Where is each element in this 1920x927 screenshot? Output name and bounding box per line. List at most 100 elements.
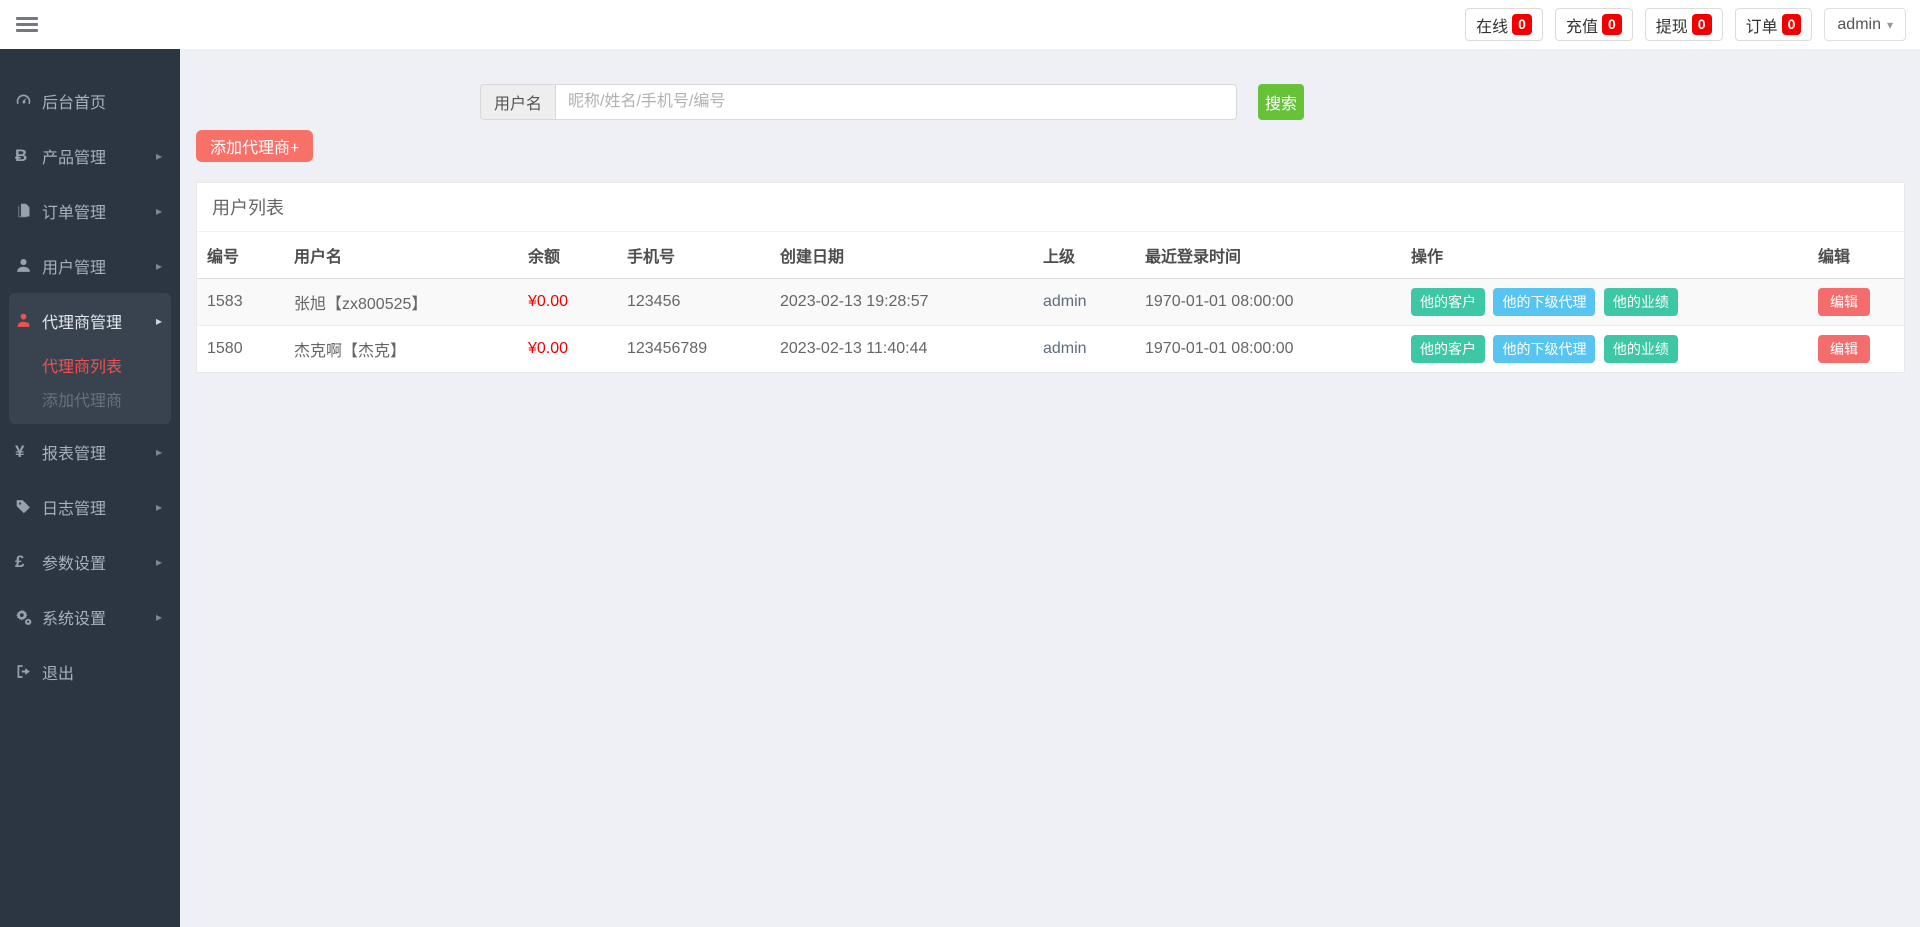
user-table: 编号 用户名 余额 手机号 创建日期 上级 最近登录时间 操作 编辑 1583 … <box>197 232 1904 372</box>
cell-parent: admin <box>1033 326 1135 373</box>
top-header: 在线 0 充值 0 提现 0 订单 0 admin ▾ <box>0 0 1920 49</box>
cell-phone: 123456 <box>617 279 770 326</box>
column-header-edit: 编辑 <box>1808 232 1904 279</box>
chevron-right-icon: ▸ <box>156 445 162 459</box>
stat-label: 提现 <box>1656 13 1688 37</box>
pound-icon: £ <box>15 552 42 572</box>
cell-edit: 编辑 <box>1808 279 1904 326</box>
his-performance-button[interactable]: 他的业绩 <box>1604 288 1678 316</box>
cell-created: 2023-02-13 11:40:44 <box>770 326 1033 373</box>
cell-actions: 他的客户 他的下级代理 他的业绩 <box>1401 279 1808 326</box>
search-bar: 用户名 搜索 <box>480 84 1905 120</box>
sidebar-item-label: 后台首页 <box>42 89 162 113</box>
sidebar-item-agents[interactable]: 代理商管理 ▸ <box>9 293 171 348</box>
sidebar-item-label: 订单管理 <box>42 199 156 223</box>
chevron-right-icon: ▸ <box>156 204 162 218</box>
edit-button[interactable]: 编辑 <box>1818 288 1870 316</box>
sidebar-item-dashboard[interactable]: 后台首页 <box>0 73 180 128</box>
cell-edit: 编辑 <box>1808 326 1904 373</box>
panel-title: 用户列表 <box>197 183 1904 232</box>
agent-icon <box>15 312 42 329</box>
sidebar-item-logs[interactable]: 日志管理 ▸ <box>0 479 180 534</box>
sidebar-item-orders[interactable]: 订单管理 ▸ <box>0 183 180 238</box>
dashboard-icon <box>15 92 42 109</box>
sidebar-item-reports[interactable]: ¥ 报表管理 ▸ <box>0 424 180 479</box>
column-header-parent: 上级 <box>1033 232 1135 279</box>
orders-icon <box>15 202 42 219</box>
cell-phone: 123456789 <box>617 326 770 373</box>
stat-label: 订单 <box>1746 13 1778 37</box>
his-sub-agents-button[interactable]: 他的下级代理 <box>1493 335 1595 363</box>
search-button[interactable]: 搜索 <box>1258 84 1304 120</box>
cell-username: 张旭【zx800525】 <box>284 279 518 326</box>
cell-parent: admin <box>1033 279 1135 326</box>
his-customers-button[interactable]: 他的客户 <box>1411 335 1485 363</box>
stat-label: 充值 <box>1566 13 1598 37</box>
cell-username: 杰克啊【杰克】 <box>284 326 518 373</box>
column-header-id: 编号 <box>197 232 284 279</box>
orders-stat-button[interactable]: 订单 0 <box>1735 8 1813 41</box>
sidebar-item-parameters[interactable]: £ 参数设置 ▸ <box>0 534 180 589</box>
hamburger-icon[interactable] <box>16 14 38 35</box>
cell-id: 1580 <box>197 326 284 373</box>
sidebar-subitem-agent-list[interactable]: 代理商列表 <box>9 348 171 382</box>
cell-actions: 他的客户 他的下级代理 他的业绩 <box>1401 326 1808 373</box>
edit-button[interactable]: 编辑 <box>1818 335 1870 363</box>
sidebar-item-label: 产品管理 <box>42 144 156 168</box>
chevron-right-icon: ▸ <box>156 259 162 273</box>
gears-icon <box>15 608 42 625</box>
sidebar-nav: 后台首页 Ƀ 产品管理 ▸ 订单管理 ▸ 用户管理 ▸ <box>0 49 180 699</box>
sidebar-item-logout[interactable]: 退出 <box>0 644 180 699</box>
logout-icon <box>15 663 42 680</box>
main-content: 用户名 搜索 添加代理商+ 用户列表 编号 用户名 余额 手机号 创建日期 上级 <box>180 49 1920 927</box>
search-input[interactable] <box>555 84 1237 120</box>
recharge-stat-button[interactable]: 充值 0 <box>1555 8 1633 41</box>
column-header-balance: 余额 <box>518 232 617 279</box>
table-row: 1580 杰克啊【杰克】 ¥0.00 123456789 2023-02-13 … <box>197 326 1904 373</box>
cell-id: 1583 <box>197 279 284 326</box>
column-header-created: 创建日期 <box>770 232 1033 279</box>
sidebar-item-system[interactable]: 系统设置 ▸ <box>0 589 180 644</box>
sidebar-group-agents: 代理商管理 ▸ 代理商列表 添加代理商 <box>9 293 171 424</box>
sidebar-item-label: 代理商管理 <box>42 309 156 333</box>
admin-user-menu[interactable]: admin ▾ <box>1824 8 1906 41</box>
tags-icon <box>15 498 42 515</box>
chevron-right-icon: ▸ <box>156 500 162 514</box>
his-performance-button[interactable]: 他的业绩 <box>1604 335 1678 363</box>
status-badge: 0 <box>1602 14 1622 34</box>
cell-last-login: 1970-01-01 08:00:00 <box>1135 326 1401 373</box>
sidebar-subitem-add-agent[interactable]: 添加代理商 <box>9 382 171 416</box>
column-header-actions: 操作 <box>1401 232 1808 279</box>
sidebar: 后台首页 Ƀ 产品管理 ▸ 订单管理 ▸ 用户管理 ▸ <box>0 49 180 927</box>
search-field-label: 用户名 <box>480 84 555 120</box>
sidebar-subitem-label: 添加代理商 <box>42 387 122 411</box>
online-stat-button[interactable]: 在线 0 <box>1465 8 1543 41</box>
sidebar-item-label: 参数设置 <box>42 550 156 574</box>
add-agent-button[interactable]: 添加代理商+ <box>196 130 313 162</box>
sidebar-subitem-label: 代理商列表 <box>42 353 122 377</box>
his-sub-agents-button[interactable]: 他的下级代理 <box>1493 288 1595 316</box>
sidebar-item-label: 用户管理 <box>42 254 156 278</box>
table-header-row: 编号 用户名 余额 手机号 创建日期 上级 最近登录时间 操作 编辑 <box>197 232 1904 279</box>
chevron-right-icon: ▸ <box>156 555 162 569</box>
sidebar-item-label: 系统设置 <box>42 605 156 629</box>
sidebar-item-label: 报表管理 <box>42 440 156 464</box>
sidebar-item-products[interactable]: Ƀ 产品管理 ▸ <box>0 128 180 183</box>
chevron-right-icon: ▸ <box>156 149 162 163</box>
withdraw-stat-button[interactable]: 提现 0 <box>1645 8 1723 41</box>
sidebar-item-users[interactable]: 用户管理 ▸ <box>0 238 180 293</box>
column-header-phone: 手机号 <box>617 232 770 279</box>
sidebar-item-label: 退出 <box>42 660 162 684</box>
chevron-right-icon: ▸ <box>156 610 162 624</box>
admin-username: admin <box>1837 16 1881 34</box>
sidebar-item-label: 日志管理 <box>42 495 156 519</box>
cell-balance: ¥0.00 <box>518 279 617 326</box>
chevron-down-icon: ▾ <box>1887 18 1893 32</box>
chevron-right-icon: ▸ <box>156 314 162 328</box>
header-stats: 在线 0 充值 0 提现 0 订单 0 admin ▾ <box>1465 8 1906 41</box>
user-list-panel: 用户列表 编号 用户名 余额 手机号 创建日期 上级 最近登录时间 操作 编辑 <box>196 182 1905 373</box>
his-customers-button[interactable]: 他的客户 <box>1411 288 1485 316</box>
table-row: 1583 张旭【zx800525】 ¥0.00 123456 2023-02-1… <box>197 279 1904 326</box>
yen-icon: ¥ <box>15 442 42 462</box>
cell-created: 2023-02-13 19:28:57 <box>770 279 1033 326</box>
